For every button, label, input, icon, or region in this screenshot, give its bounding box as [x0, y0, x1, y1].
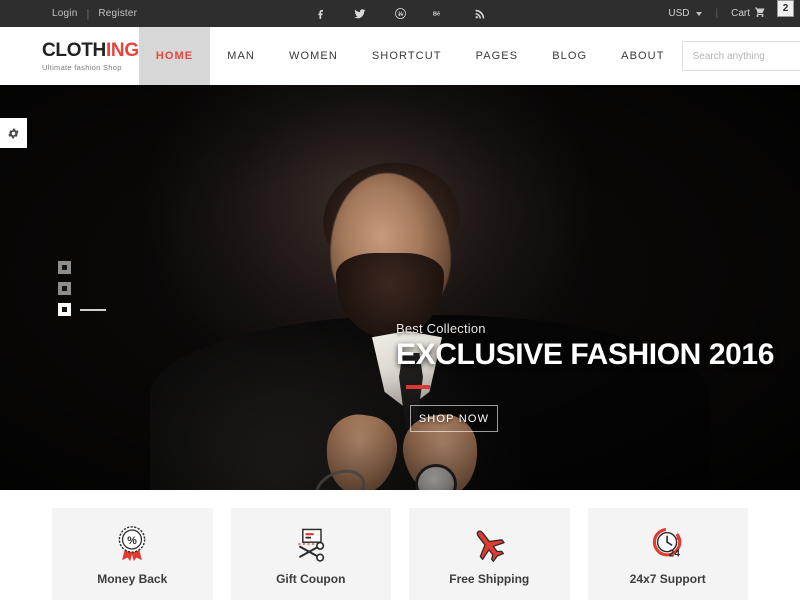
cart-button[interactable]: Cart 2: [731, 0, 796, 21]
top-bar-utilities: USD | Cart 2: [668, 0, 796, 21]
feature-card-gift-coupon[interactable]: Gift Coupon: [230, 508, 391, 600]
settings-panel-toggle[interactable]: [0, 118, 27, 148]
feature-label-money-back: Money Back: [97, 572, 168, 586]
nav-item-blog[interactable]: BLOG: [535, 27, 604, 85]
utilities-divider: |: [715, 8, 719, 19]
slider-bullet-row-1: [58, 261, 106, 274]
slider-bullet-1[interactable]: [58, 261, 71, 274]
feature-label-free-shipping: Free Shipping: [449, 572, 530, 586]
top-bar-account-links: Login | Register: [52, 8, 137, 20]
top-bar: Login | Register Bē USD | Cart 2: [0, 0, 800, 27]
login-link[interactable]: Login: [52, 8, 77, 19]
wordpress-icon[interactable]: [393, 7, 407, 21]
hero-subtitle: Best Collection: [396, 321, 486, 336]
account-links-separator: |: [86, 7, 90, 20]
hero-slider[interactable]: Best Collection EXCLUSIVE FASHION 2016 S…: [0, 85, 800, 490]
slider-bullet-row-2: [58, 282, 106, 295]
currency-selector[interactable]: USD: [668, 8, 703, 19]
nav-item-women[interactable]: WOMEN: [272, 27, 355, 85]
slider-bullet-2[interactable]: [58, 282, 71, 295]
feature-card-money-back[interactable]: % Money Back: [52, 508, 213, 600]
nav-item-about[interactable]: ABOUT: [604, 27, 681, 85]
shop-now-button[interactable]: SHOP NOW: [410, 405, 498, 432]
twitter-icon[interactable]: [353, 7, 367, 21]
behance-icon[interactable]: Bē: [433, 7, 447, 21]
register-link[interactable]: Register: [98, 8, 137, 19]
cart-count-badge: 2: [777, 0, 794, 17]
slider-bullet-3-active[interactable]: [58, 303, 71, 316]
search-box[interactable]: [681, 41, 800, 71]
feature-label-gift-coupon: Gift Coupon: [276, 572, 346, 586]
nav-item-home[interactable]: HOME: [138, 27, 211, 85]
hero-title: EXCLUSIVE FASHION 2016: [396, 338, 774, 371]
gear-icon: [7, 127, 20, 140]
money-back-badge-icon: %: [114, 522, 150, 566]
hero-divider-dash: [406, 385, 430, 389]
nav-item-shortcut[interactable]: SHORTCUT: [355, 27, 459, 85]
hero-caption: Best Collection EXCLUSIVE FASHION 2016 S…: [396, 321, 774, 432]
feature-bar: % Money Back Gift Coupon Free Shipping 2…: [0, 490, 800, 600]
svg-text:Bē: Bē: [433, 11, 440, 17]
slider-bullet-row-3: [58, 303, 106, 316]
feature-card-support[interactable]: 24 24x7 Support: [587, 508, 748, 600]
logo[interactable]: CLOTHING Ultimate fashion Shop: [0, 27, 139, 85]
svg-text:%: %: [127, 535, 137, 547]
chevron-down-icon: [696, 11, 703, 16]
facebook-icon[interactable]: [313, 7, 327, 21]
site-header: CLOTHING Ultimate fashion Shop HOME MAN …: [0, 27, 800, 85]
slider-pagination: [58, 261, 106, 316]
search-input[interactable]: [692, 50, 800, 62]
logo-text: CLOTHING: [42, 41, 139, 60]
logo-text-dark: CLOTH: [42, 39, 106, 61]
nav-item-man[interactable]: MAN: [210, 27, 272, 85]
gift-coupon-scissors-icon: [291, 522, 331, 566]
feature-card-free-shipping[interactable]: Free Shipping: [409, 508, 570, 600]
slider-active-indicator-line: [80, 308, 106, 311]
search-area: [681, 27, 800, 85]
logo-text-red: ING: [105, 39, 139, 61]
currency-value: USD: [668, 8, 690, 19]
svg-text:24: 24: [669, 549, 681, 560]
airplane-icon: [469, 522, 509, 566]
clock-24-support-icon: 24: [649, 522, 687, 566]
cart-label: Cart: [731, 8, 750, 19]
cart-icon: [754, 6, 766, 21]
nav-item-pages[interactable]: PAGES: [459, 27, 536, 85]
logo-tagline: Ultimate fashion Shop: [42, 62, 122, 72]
feature-label-support: 24x7 Support: [629, 572, 706, 586]
rss-icon[interactable]: [473, 7, 487, 21]
main-navigation: HOME MAN WOMEN SHORTCUT PAGES BLOG ABOUT: [138, 27, 682, 85]
